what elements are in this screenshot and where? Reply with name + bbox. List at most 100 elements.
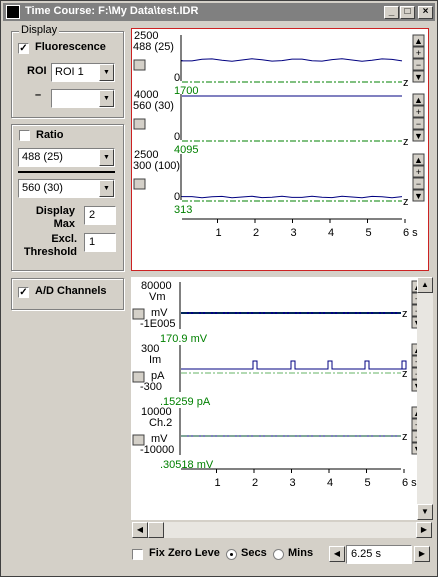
trace-readout: 313 bbox=[174, 204, 192, 216]
trace-ymax-label: 4000 bbox=[134, 89, 158, 101]
ad-time-tick-label: 2 bbox=[252, 477, 258, 489]
ratio-checkbox[interactable] bbox=[19, 130, 30, 141]
background-roi-select[interactable]: ▼ bbox=[51, 89, 115, 108]
ratio-numerator-select[interactable]: 488 (25) ▼ bbox=[18, 148, 115, 167]
zero-marker: z bbox=[403, 136, 409, 148]
trace-ymax-label: 2500 bbox=[134, 149, 158, 161]
svg-text:−: − bbox=[416, 60, 421, 70]
app-icon bbox=[6, 5, 20, 19]
minus-label: – bbox=[35, 89, 42, 101]
excl-threshold-label: Excl. Threshold bbox=[23, 233, 77, 258]
ad-scale-button bbox=[132, 371, 145, 383]
svg-text:+: + bbox=[416, 167, 421, 177]
trace-name-label: 488 (25) bbox=[133, 41, 174, 53]
trace-up-button[interactable]: ▲ bbox=[412, 93, 425, 106]
trace-up-button[interactable]: ▲ bbox=[412, 34, 425, 47]
svg-text:▼: ▼ bbox=[414, 131, 423, 141]
trace-zoom-in-button[interactable]: + bbox=[412, 105, 425, 118]
fluor-time-tick-label: 5 bbox=[366, 227, 372, 239]
mins-radio[interactable] bbox=[273, 549, 284, 560]
trace-name-label: 300 (100) bbox=[133, 160, 180, 172]
ad-zero-marker: z bbox=[402, 308, 408, 320]
display-window-decrease-button[interactable]: ◀ bbox=[329, 546, 345, 562]
scroll-left-button[interactable]: ◀ bbox=[132, 522, 148, 538]
display-window-field[interactable]: 6.25 s bbox=[346, 545, 412, 564]
secs-radio[interactable] bbox=[226, 549, 237, 560]
ratio-divider bbox=[18, 171, 115, 173]
trace-zoom-out-button[interactable]: − bbox=[412, 117, 425, 130]
fluorescence-checkbox[interactable]: ✓ bbox=[18, 43, 29, 54]
window-title: Time Course: F:\My Data\test.IDR bbox=[25, 5, 199, 17]
trace-up-button[interactable]: ▲ bbox=[412, 153, 425, 166]
fluor-time-tick-label: 4 bbox=[328, 227, 334, 239]
svg-text:▼: ▼ bbox=[414, 72, 423, 82]
ad-channel-name: Ch.2 bbox=[149, 417, 172, 429]
chevron-down-icon[interactable]: ▼ bbox=[99, 90, 114, 107]
trace-zoom-out-button[interactable]: − bbox=[412, 58, 425, 71]
trace-ymax-label: 2500 bbox=[134, 30, 158, 42]
chevron-down-icon[interactable]: ▼ bbox=[99, 180, 114, 197]
scroll-down-button[interactable]: ▼ bbox=[417, 504, 433, 520]
ratio-numerator-value: 488 (25) bbox=[22, 151, 63, 163]
time-scrollbar[interactable]: ◀ ▶ bbox=[132, 522, 432, 538]
ratio-denominator-select[interactable]: 560 (30) ▼ bbox=[18, 179, 115, 198]
excl-threshold-field[interactable]: 1 bbox=[84, 233, 116, 252]
title-bar[interactable]: Time Course: F:\My Data\test.IDR _ □ × bbox=[3, 3, 435, 21]
zero-marker: z bbox=[403, 196, 409, 208]
secs-label: Secs bbox=[241, 547, 267, 559]
ad-time-tick-label: 6 s bbox=[402, 477, 417, 489]
minimize-button[interactable]: _ bbox=[384, 6, 399, 19]
trace-scale-button bbox=[133, 118, 146, 130]
display-max-field[interactable]: 2 bbox=[84, 206, 116, 225]
trace-readout: 1700 bbox=[174, 85, 198, 97]
fluor-time-tick-label: 2 bbox=[253, 227, 259, 239]
zero-marker: z bbox=[403, 77, 409, 89]
ad-ymin-label: -1E005 bbox=[140, 318, 175, 330]
close-button[interactable]: × bbox=[418, 6, 433, 19]
trace-down-button[interactable]: ▼ bbox=[412, 189, 425, 202]
ad-plot-panel: 80000VmmV-1E005z170.9 mV▲+−▼300ImpA-300z… bbox=[131, 277, 417, 520]
ad-channels-checkbox[interactable]: ✓ bbox=[18, 287, 29, 298]
fix-zero-checkbox[interactable] bbox=[132, 549, 143, 560]
scroll-right-button[interactable]: ▶ bbox=[416, 522, 432, 538]
ad-ymin-label: -300 bbox=[140, 381, 162, 393]
chevron-down-icon[interactable]: ▼ bbox=[99, 64, 114, 81]
ad-time-tick-label: 3 bbox=[290, 477, 296, 489]
trace-line bbox=[181, 195, 403, 199]
ad-time-tick-label: 1 bbox=[215, 477, 221, 489]
fluorescence-traces: 488 (25)25000 z1700▲+−▼560 (30)40000 z4095… bbox=[133, 30, 425, 239]
trace-down-button[interactable]: ▼ bbox=[412, 70, 425, 83]
ad-channel-name: Im bbox=[149, 354, 161, 366]
scroll-thumb[interactable] bbox=[148, 522, 164, 538]
roi-select[interactable]: ROI 1 ▼ bbox=[51, 63, 115, 82]
trace-line bbox=[181, 58, 403, 62]
fluor-time-tick-label: 3 bbox=[291, 227, 297, 239]
chevron-down-icon[interactable]: ▼ bbox=[99, 149, 114, 166]
ad-time-tick-label: 4 bbox=[327, 477, 333, 489]
maximize-button[interactable]: □ bbox=[400, 6, 415, 19]
trace-zoom-out-button[interactable]: − bbox=[412, 177, 425, 190]
svg-text:▼: ▼ bbox=[414, 191, 423, 201]
fluor-time-tick-label: 6 s bbox=[403, 227, 418, 239]
svg-text:+: + bbox=[416, 107, 421, 117]
ad-vertical-scrollbar[interactable]: ▲ ▼ bbox=[417, 277, 433, 520]
fluorescence-plot-panel: 488 (25) 2500 0 z 1700 ▲ + − ▼ 560 (30) 4000 0 z 4095… bbox=[131, 28, 429, 271]
ratio-label: Ratio bbox=[36, 129, 64, 141]
trace-ymin-label: 0 bbox=[174, 191, 180, 203]
ad-zero-marker: z bbox=[402, 368, 408, 380]
ad-traces: 80000VmmV-1E005z170.9 mV▲+−▼300ImpA-300z… bbox=[132, 280, 417, 489]
ad-scale-button bbox=[132, 308, 145, 320]
ad-trace-line bbox=[181, 360, 407, 370]
fluorescence-label: Fluorescence bbox=[35, 41, 106, 53]
roi-label: ROI bbox=[27, 65, 47, 77]
display-window-increase-button[interactable]: ▶ bbox=[414, 546, 430, 562]
display-max-label: Display Max bbox=[35, 205, 75, 230]
trace-zoom-in-button[interactable]: + bbox=[412, 165, 425, 178]
trace-down-button[interactable]: ▼ bbox=[412, 129, 425, 142]
ad-channels-label: A/D Channels bbox=[35, 285, 107, 297]
ad-scale-button bbox=[132, 434, 145, 446]
trace-zoom-in-button[interactable]: + bbox=[412, 46, 425, 59]
time-course-window: Time Course: F:\My Data\test.IDR _ □ × D… bbox=[0, 0, 438, 577]
scroll-up-button[interactable]: ▲ bbox=[417, 277, 433, 293]
ad-time-tick-label: 5 bbox=[365, 477, 371, 489]
